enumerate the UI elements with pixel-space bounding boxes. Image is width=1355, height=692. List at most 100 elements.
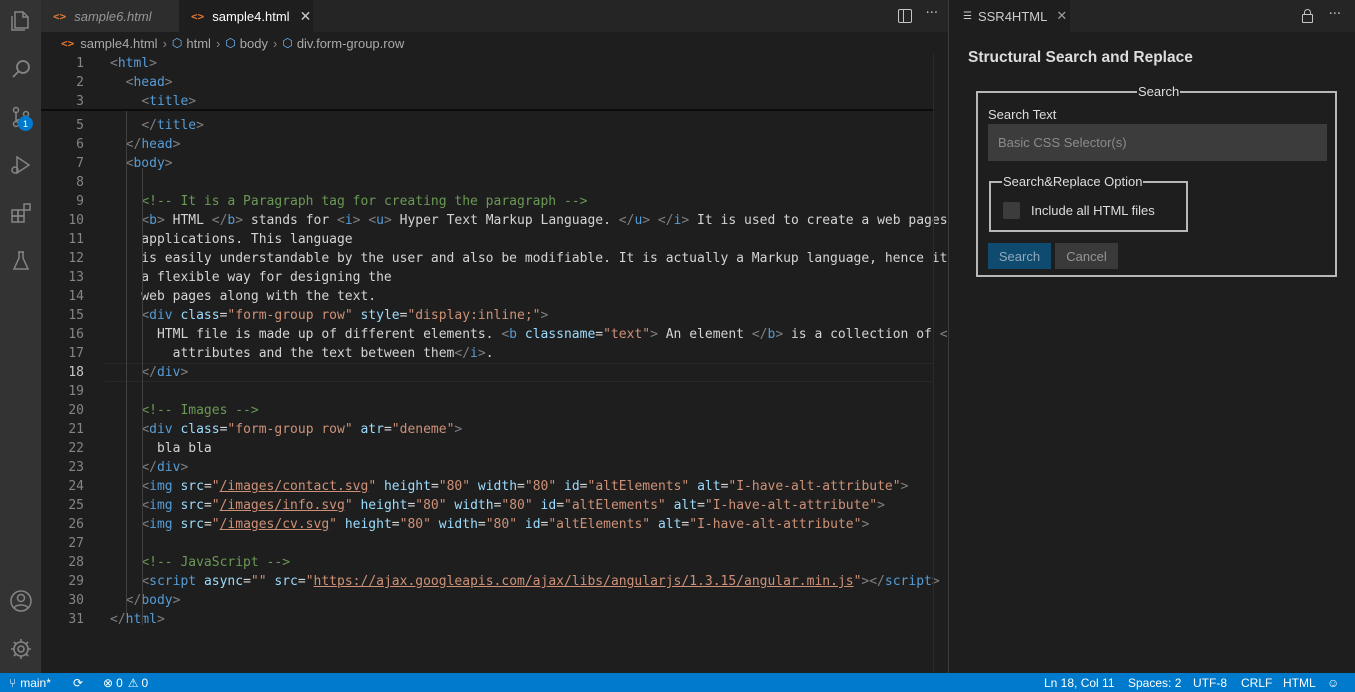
more-actions-icon[interactable]: ··· xyxy=(926,6,938,23)
element-cube-icon: ⬡ xyxy=(171,36,183,50)
accounts-icon[interactable] xyxy=(4,584,37,617)
element-cube-icon: ⬡ xyxy=(282,36,293,50)
code-line[interactable]: 1 <html> xyxy=(41,54,933,73)
code-line[interactable]: 7 <body> xyxy=(41,154,933,173)
code-line[interactable]: 25 <img src="/images/info.svg" height="8… xyxy=(41,496,933,515)
branch-status[interactable]: ⑂ main* xyxy=(9,673,51,692)
code-line[interactable]: 28 <!-- JavaScript --> xyxy=(41,553,933,572)
line-code: <!-- It is a Paragraph tag for creating … xyxy=(141,194,588,209)
code-line[interactable]: 31 </html> xyxy=(41,610,933,629)
code-line[interactable]: 19 xyxy=(41,382,933,401)
chevron-right-icon: › xyxy=(162,35,167,51)
encoding-status[interactable]: UTF-8 xyxy=(1193,673,1227,692)
breadcrumb: <> sample4.html › ⬡ html › ⬡ body › ⬡ di… xyxy=(41,32,948,54)
tab-ssr4html[interactable]: ☰ SSR4HTML ✕ xyxy=(949,0,1070,32)
search-input[interactable] xyxy=(988,124,1327,161)
line-number: 7 xyxy=(76,156,84,171)
code-line[interactable]: 17 attributes and the text between them<… xyxy=(41,344,933,363)
language-status[interactable]: HTML xyxy=(1283,673,1316,692)
panel-content: Structural Search and Replace Search Sea… xyxy=(949,32,1355,673)
line-code: </div> xyxy=(141,365,189,380)
code-line[interactable]: 16 HTML file is made up of different ele… xyxy=(41,325,948,344)
code-line[interactable]: 12 is easily understandable by the user … xyxy=(41,249,947,268)
breadcrumb-file[interactable]: sample4.html xyxy=(80,36,157,51)
cursor-position[interactable]: Ln 18, Col 11 xyxy=(1044,673,1115,692)
search-icon[interactable] xyxy=(4,52,37,85)
extensions-icon[interactable] xyxy=(4,196,37,229)
branch-label: main* xyxy=(20,675,51,690)
code-editor[interactable]: 1 <html> 2 <head> 3 <title> 5 </title> 6 </he… xyxy=(41,54,948,673)
tab-sample6[interactable]: <> sample6.html xyxy=(41,0,179,32)
tab-close-icon[interactable]: ✕ xyxy=(300,8,312,25)
line-code: <b> HTML </b> stands for <i> <u> Hyper T… xyxy=(141,213,948,228)
line-number: 25 xyxy=(68,498,84,513)
lock-icon[interactable] xyxy=(1301,9,1313,23)
editor-scrollbar[interactable] xyxy=(933,54,948,673)
error-count: 0 xyxy=(116,675,123,690)
cancel-button[interactable]: Cancel xyxy=(1055,243,1118,269)
sync-icon[interactable]: ⟳ xyxy=(73,673,83,692)
code-line[interactable]: 2 <head> xyxy=(41,73,933,92)
breadcrumb-body[interactable]: body xyxy=(240,36,268,51)
code-line[interactable]: 24 <img src="/images/contact.svg" height… xyxy=(41,477,933,496)
code-line[interactable]: 18 </div> xyxy=(41,363,933,382)
code-line[interactable]: 23 </div> xyxy=(41,458,933,477)
manage-gear-icon[interactable] xyxy=(4,632,37,665)
problems-status[interactable]: ⊗ 0 ⚠ 0 xyxy=(103,673,148,692)
line-number: 17 xyxy=(68,346,84,361)
panel-close-icon[interactable]: ✕ xyxy=(1056,8,1067,24)
line-number: 5 xyxy=(76,118,84,133)
code-line[interactable]: 30 </body> xyxy=(41,591,933,610)
code-line[interactable]: 11 applications. This language xyxy=(41,230,933,249)
code-line[interactable]: 8 xyxy=(41,173,933,192)
split-editor-icon[interactable] xyxy=(897,9,912,23)
run-debug-icon[interactable] xyxy=(4,148,37,181)
code-line[interactable]: 9 <!-- It is a Paragraph tag for creatin… xyxy=(41,192,933,211)
code-line[interactable]: 13 a flexible way for designing the xyxy=(41,268,933,287)
indentation-status[interactable]: Spaces: 2 xyxy=(1128,673,1181,692)
line-number: 18 xyxy=(68,365,84,380)
line-code: <div class="form-group row" style="displ… xyxy=(141,308,549,323)
panel-actions: ··· xyxy=(1301,7,1341,23)
code-line[interactable]: 6 </head> xyxy=(41,135,933,154)
chevron-right-icon: › xyxy=(215,35,221,51)
code-line[interactable]: 14 web pages along with the text. xyxy=(41,287,933,306)
tab-sample4[interactable]: <> sample4.html ✕ xyxy=(179,0,313,32)
line-number: 16 xyxy=(68,327,84,342)
code-line[interactable]: 10 <b> HTML </b> stands for <i> <u> Hype… xyxy=(41,211,947,230)
code-line[interactable]: 27 xyxy=(41,534,933,553)
line-number: 14 xyxy=(68,289,84,304)
line-code: <head> xyxy=(125,75,173,90)
line-number: 12 xyxy=(68,251,84,266)
code-line[interactable]: 29 <script async="" src="https://ajax.go… xyxy=(41,572,939,591)
line-number: 6 xyxy=(76,137,84,152)
feedback-icon[interactable]: ☺ xyxy=(1327,673,1339,692)
line-number: 21 xyxy=(68,422,84,437)
warning-icon: ⚠ xyxy=(127,675,139,690)
options-fieldset: Search&Replace Option Include all HTML f… xyxy=(989,174,1188,232)
html-file-icon: <> xyxy=(53,9,67,23)
explorer-icon[interactable] xyxy=(4,4,37,37)
source-control-icon[interactable]: 1 xyxy=(4,100,37,133)
chevron-right-icon: › xyxy=(272,35,278,51)
line-code: applications. This language xyxy=(110,232,353,247)
line-code: </head> xyxy=(125,137,181,152)
testing-icon[interactable] xyxy=(4,244,37,277)
line-number: 11 xyxy=(68,232,84,247)
html-file-icon: <> xyxy=(191,9,205,23)
panel-more-icon[interactable]: ··· xyxy=(1329,7,1341,23)
code-line[interactable]: 22 bla bla xyxy=(41,439,933,458)
eol-status[interactable]: CRLF xyxy=(1241,673,1272,692)
code-line[interactable]: 15 <div class="form-group row" style="di… xyxy=(41,306,933,325)
code-line[interactable]: 20 <!-- Images --> xyxy=(41,401,933,420)
code-line[interactable]: 26 <img src="/images/cv.svg" height="80"… xyxy=(41,515,933,534)
include-all-checkbox[interactable] xyxy=(1003,202,1020,219)
code-line[interactable]: 5 </title> xyxy=(41,116,933,135)
line-code: <img src="/images/info.svg" height="80" … xyxy=(141,498,885,513)
breadcrumb-div[interactable]: div.form-group.row xyxy=(297,36,404,51)
search-button[interactable]: Search xyxy=(988,243,1051,269)
code-line[interactable]: 21 <div class="form-group row" atr="dene… xyxy=(41,420,933,439)
breadcrumb-html[interactable]: html xyxy=(186,36,211,51)
line-number: 10 xyxy=(68,213,84,228)
line-number: 19 xyxy=(68,384,84,399)
